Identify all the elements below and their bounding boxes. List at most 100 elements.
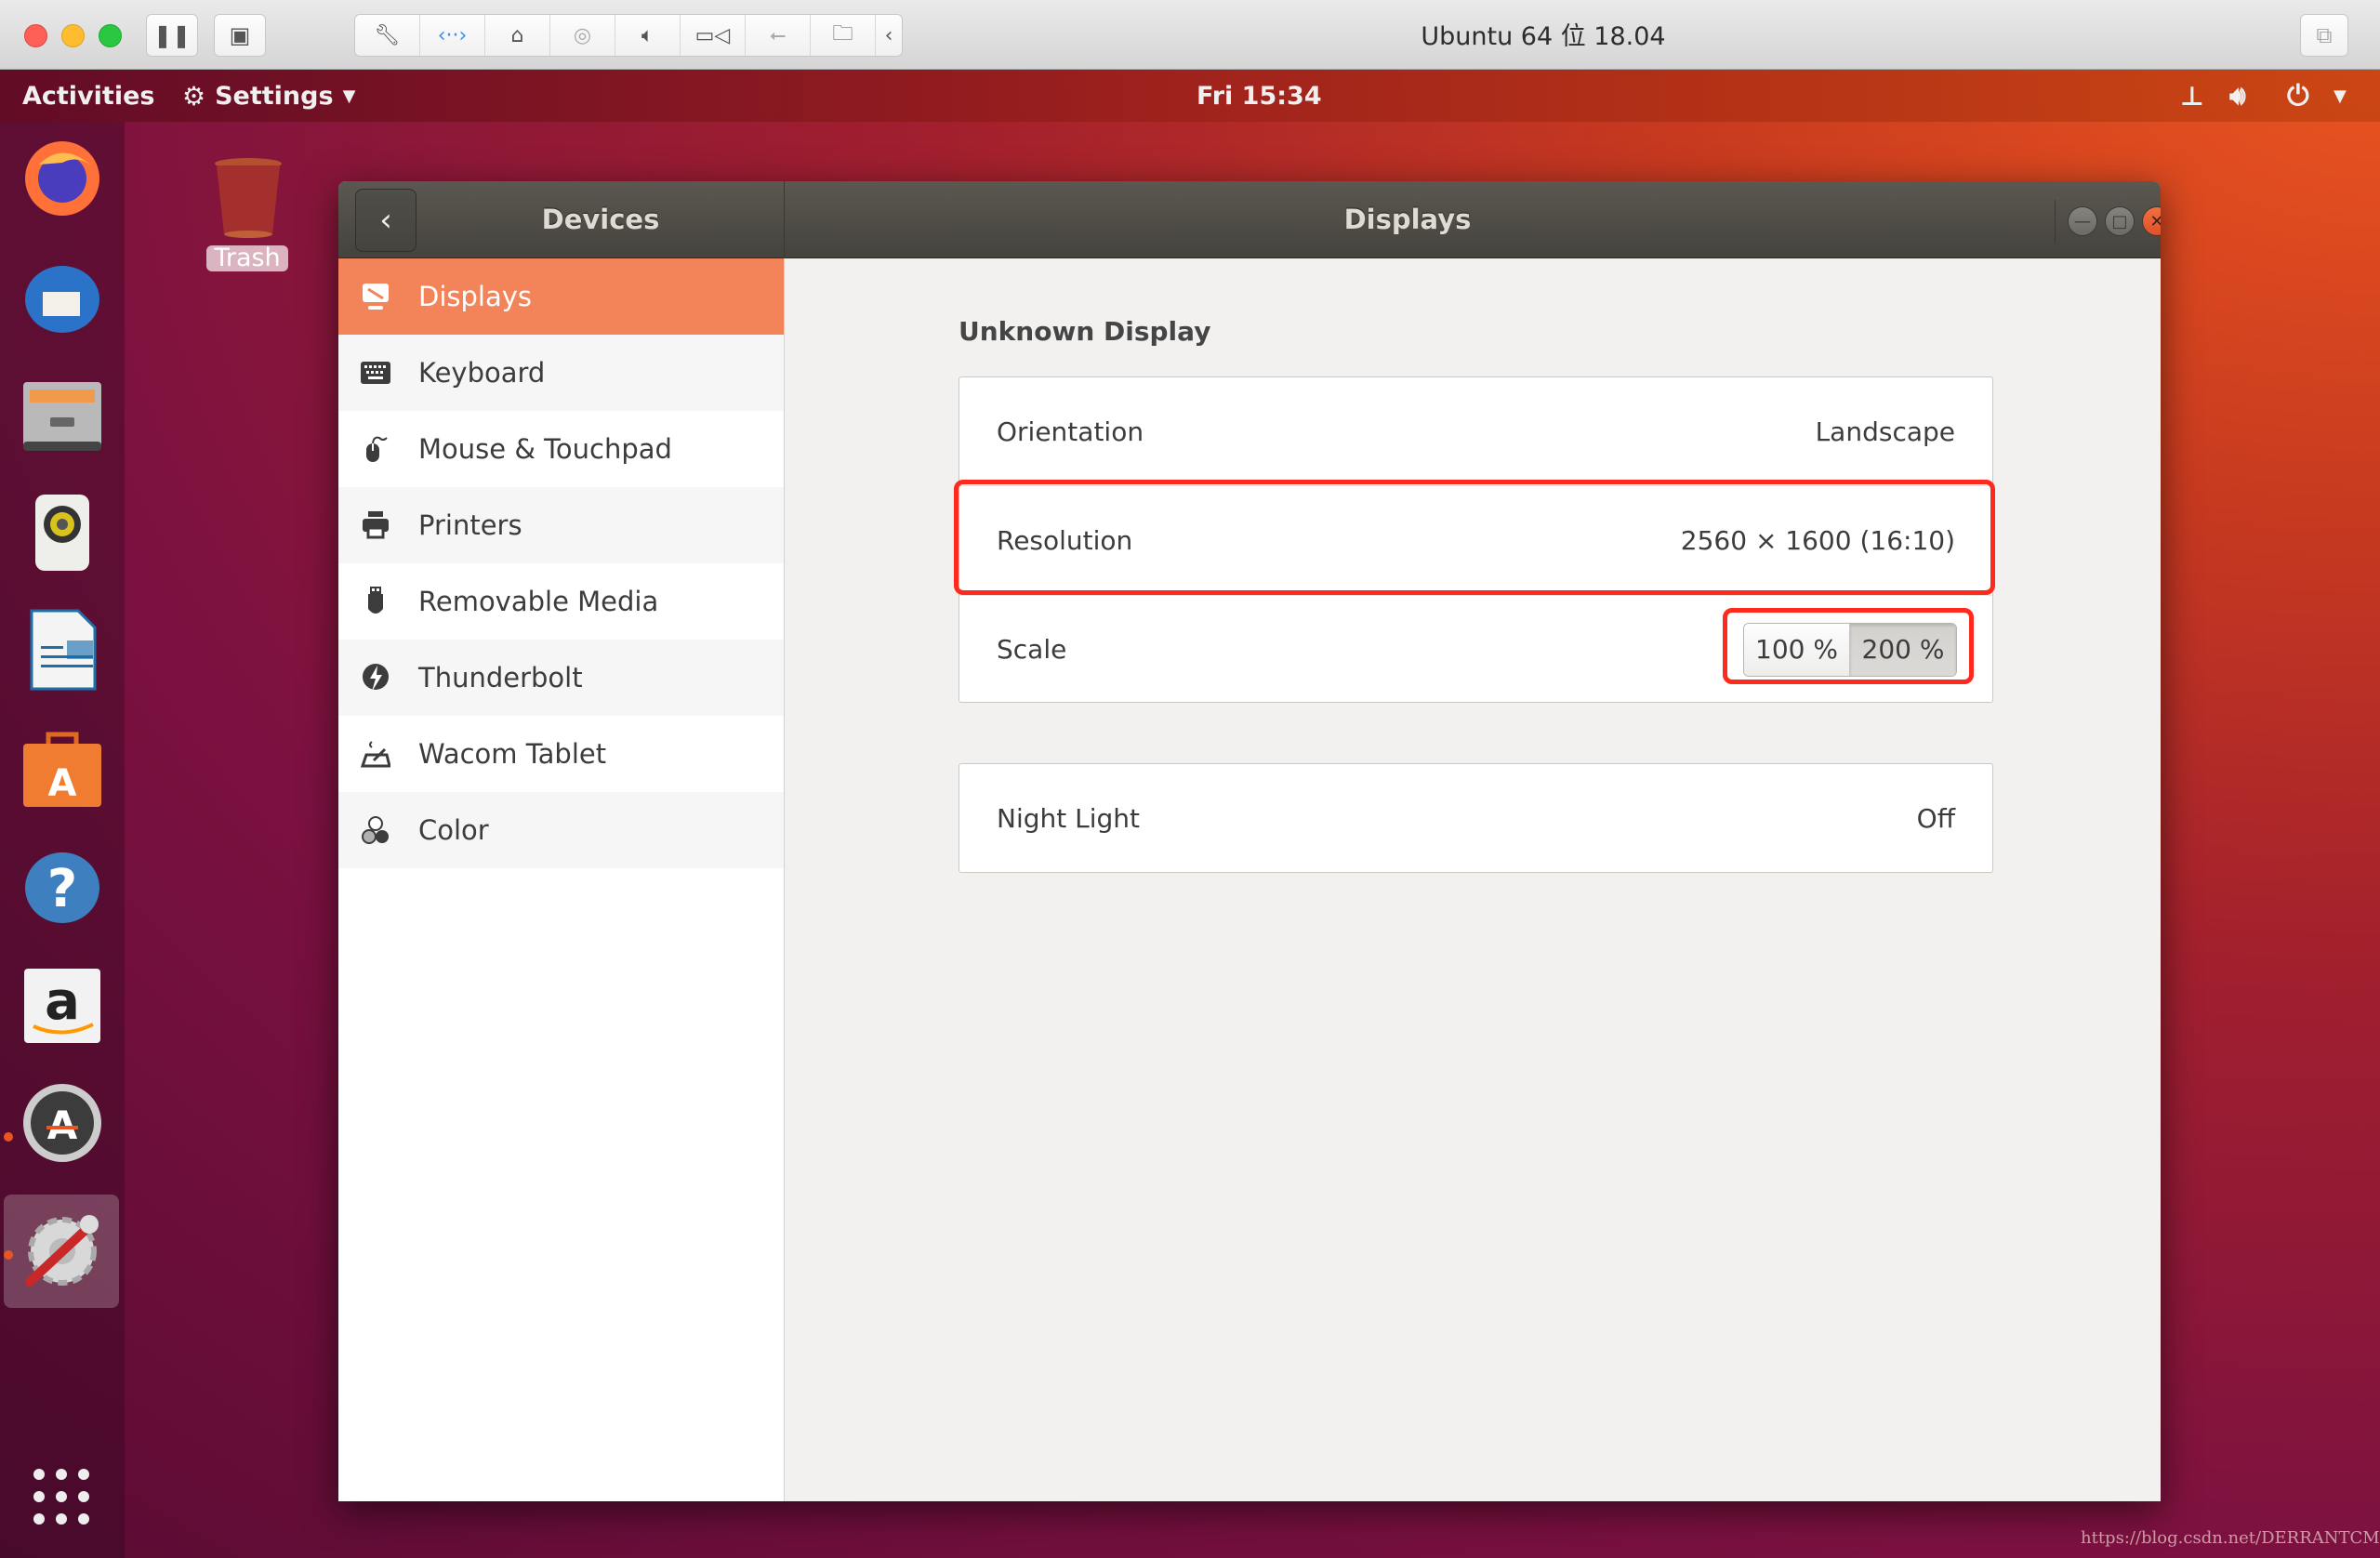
- pause-icon: ❚❚: [152, 22, 192, 48]
- vm-title: Ubuntu 64 位 18.04: [1421, 22, 1666, 51]
- disk-button[interactable]: ⌂: [485, 15, 550, 56]
- files-icon: [23, 382, 101, 451]
- usb-button[interactable]: ⭠: [746, 15, 811, 56]
- minimize-window-button[interactable]: [61, 24, 85, 47]
- orientation-label: Orientation: [997, 416, 1144, 447]
- usb-drive-icon: [359, 585, 392, 618]
- activities-button[interactable]: Activities: [22, 70, 154, 122]
- minimize-button[interactable]: —: [2068, 206, 2097, 236]
- pause-vm-button[interactable]: ❚❚: [146, 14, 198, 57]
- sidebar-item-removable-media[interactable]: Removable Media: [338, 563, 784, 640]
- svg-text:a: a: [45, 971, 80, 1032]
- dock-thunderbird[interactable]: [20, 255, 104, 338]
- trash-label: Trash: [206, 245, 288, 271]
- settings-button[interactable]: 🔧︎: [355, 15, 420, 56]
- power-icon[interactable]: ⏻: [2287, 70, 2309, 122]
- sidebar-item-printers[interactable]: Printers: [338, 487, 784, 563]
- fullscreen-icon: ⧉: [2316, 22, 2333, 48]
- maximize-button[interactable]: □: [2105, 206, 2135, 236]
- resolution-label: Resolution: [997, 525, 1133, 556]
- rhythmbox-icon: [35, 495, 89, 571]
- display-settings-frame: Orientation Landscape Resolution 2560 × …: [959, 376, 1993, 703]
- sound-icon: 🔈︎: [641, 23, 654, 47]
- back-button[interactable]: ‹: [355, 189, 416, 252]
- mouse-icon: [359, 432, 392, 466]
- sidebar-item-mouse-touchpad[interactable]: Mouse & Touchpad: [338, 411, 784, 487]
- network-button[interactable]: ‹··›: [420, 15, 485, 56]
- sidebar-item-keyboard[interactable]: Keyboard: [338, 335, 784, 411]
- trash-icon: [215, 158, 282, 238]
- shared-folder-button[interactable]: 🗀︎: [811, 15, 876, 56]
- firefox-icon: [25, 141, 99, 216]
- dock: A ? a A: [0, 122, 125, 1558]
- settings-gear-wrench-icon: [25, 1215, 99, 1287]
- settings-window: ‹ Devices Displays — □ ✕ Displays Keyboa…: [338, 181, 2161, 1501]
- fullscreen-button[interactable]: ⧉: [2300, 14, 2348, 57]
- thunderbird-icon: [25, 266, 99, 333]
- grid-dot: [33, 1469, 45, 1480]
- zoom-window-button[interactable]: [99, 24, 122, 47]
- minimize-icon: —: [2074, 211, 2091, 231]
- app-menu-label: Settings: [215, 81, 334, 111]
- maximize-icon: □: [2111, 211, 2128, 231]
- sidebar-item-color[interactable]: Color: [338, 792, 784, 868]
- dock-ubuntu-software[interactable]: A: [20, 727, 104, 811]
- dock-libreoffice-impress[interactable]: [20, 609, 104, 693]
- dock-rhythmbox[interactable]: [20, 491, 104, 574]
- vm-title-bar: ❚❚ ▣ 🔧︎ ‹··› ⌂ ◎ 🔈︎ ▭◁ ⭠ 🗀︎ ‹ Ubuntu 64 …: [0, 0, 2380, 70]
- grid-dot: [78, 1491, 89, 1502]
- dock-files[interactable]: [20, 373, 104, 456]
- night-light-row[interactable]: Night Light Off: [959, 764, 1992, 872]
- help-icon: ?: [25, 852, 99, 923]
- amazon-icon: a: [24, 969, 100, 1043]
- sound-button[interactable]: 🔈︎: [615, 15, 681, 56]
- scale-label: Scale: [997, 634, 1067, 665]
- app-menu[interactable]: ⚙ Settings ▼: [182, 70, 355, 122]
- volume-icon[interactable]: 🔊︎: [2229, 70, 2246, 122]
- scale-option-200[interactable]: 200 %: [1850, 623, 1956, 676]
- orientation-row[interactable]: Orientation Landscape: [959, 377, 1992, 485]
- sidebar-item-displays[interactable]: Displays: [338, 258, 784, 335]
- usb-icon: ⭠: [769, 23, 787, 47]
- grid-dot: [56, 1491, 67, 1502]
- network-icon[interactable]: ⊥: [2180, 70, 2204, 122]
- dock-firefox[interactable]: [20, 137, 104, 220]
- close-window-button[interactable]: [24, 24, 47, 47]
- camera-button[interactable]: ▭◁: [681, 15, 746, 56]
- shared-folder-icon: 🗀︎: [832, 22, 853, 46]
- cd-button[interactable]: ◎: [550, 15, 615, 56]
- grid-dot: [33, 1491, 45, 1502]
- sidebar-item-wacom-tablet[interactable]: Wacom Tablet: [338, 716, 784, 792]
- sidebar-item-label: Removable Media: [418, 586, 659, 617]
- collapse-toolbar-button[interactable]: ‹: [876, 15, 902, 56]
- display-name: Unknown Display: [959, 316, 1211, 347]
- grid-dot: [33, 1513, 45, 1525]
- collapse-icon: ‹: [884, 23, 893, 47]
- svg-text:A: A: [47, 1102, 78, 1148]
- sidebar: Displays Keyboard Mouse & Touchpad Print…: [338, 258, 785, 1501]
- libreoffice-impress-icon: [30, 609, 97, 691]
- close-button[interactable]: ✕: [2142, 206, 2161, 236]
- snapshot-icon: ▣: [229, 22, 251, 48]
- dock-help[interactable]: ?: [20, 845, 104, 929]
- header-separator: [2055, 200, 2056, 243]
- activities-label: Activities: [22, 81, 155, 111]
- dock-software-updater[interactable]: A: [20, 1081, 104, 1165]
- system-menu-chevron-icon[interactable]: ▼: [2334, 70, 2347, 122]
- tablet-icon: [359, 737, 392, 771]
- display-icon: [359, 280, 392, 313]
- dock-amazon[interactable]: a: [20, 963, 104, 1047]
- sidebar-item-label: Keyboard: [418, 357, 546, 389]
- watermark: https://blog.csdn.net/DERRANTCM: [2081, 1528, 2380, 1548]
- clock[interactable]: Fri 15:34: [1197, 70, 1322, 122]
- resolution-row[interactable]: Resolution 2560 × 1600 (16:10): [959, 485, 1992, 595]
- snapshot-button[interactable]: ▣: [214, 14, 266, 57]
- chevron-left-icon: ‹: [379, 202, 392, 239]
- svg-text:?: ?: [47, 859, 77, 919]
- dock-settings[interactable]: [20, 1209, 104, 1293]
- show-applications-button[interactable]: [33, 1469, 91, 1525]
- sidebar-item-label: Displays: [418, 281, 533, 312]
- sidebar-item-thunderbolt[interactable]: Thunderbolt: [338, 640, 784, 716]
- scale-option-100[interactable]: 100 %: [1744, 623, 1850, 676]
- trash-desktop-icon[interactable]: [206, 156, 290, 244]
